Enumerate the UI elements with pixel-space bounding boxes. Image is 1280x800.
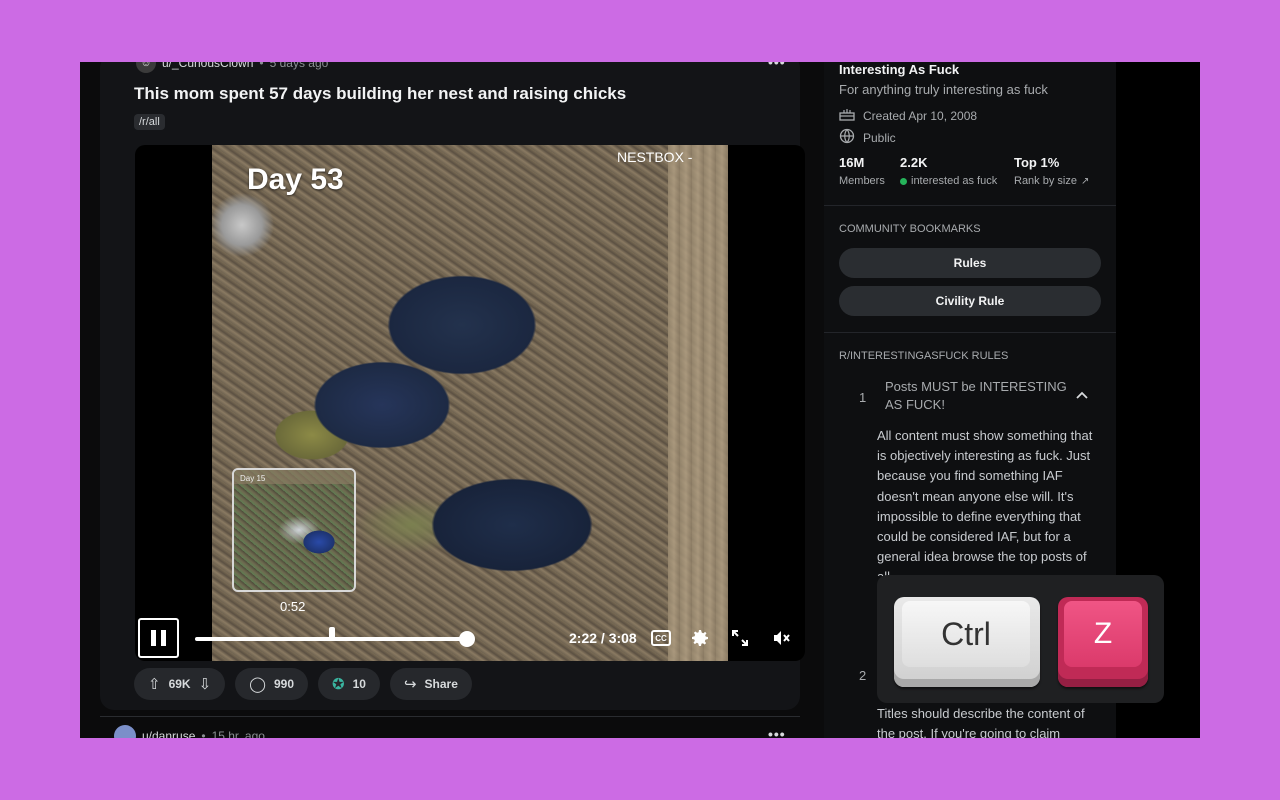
- video-player[interactable]: Day 53 NESTBOX - Day 15 0:52 2:22 / 3:08: [135, 145, 805, 661]
- captions-button[interactable]: CC: [649, 626, 673, 650]
- chevron-up-icon[interactable]: [1076, 386, 1088, 402]
- pause-icon: [151, 630, 156, 646]
- award-count: 10: [352, 677, 366, 691]
- globe-icon: [839, 128, 855, 147]
- online-dot-icon: [900, 177, 907, 185]
- time-display: 2:22 / 3:08: [569, 630, 637, 646]
- progress-knob[interactable]: [459, 631, 475, 647]
- scrub-preview-time: 0:52: [280, 599, 306, 614]
- pause-button[interactable]: [138, 618, 179, 658]
- post-title[interactable]: This mom spent 57 days building her nest…: [134, 84, 626, 104]
- fullscreen-icon[interactable]: [728, 626, 752, 650]
- next-post-separator: •: [201, 729, 206, 738]
- next-user-avatar[interactable]: [114, 725, 136, 738]
- post-separator: •: [259, 62, 264, 70]
- ctrl-key-label: Ctrl: [902, 601, 1030, 667]
- video-brand-overlay: NESTBOX -: [617, 149, 693, 165]
- created-date: Created Apr 10, 2008: [863, 108, 978, 123]
- post-card[interactable]: ☺ u/_CuriousClown • 5 days ago ••• This …: [100, 62, 805, 710]
- comments-button[interactable]: ◯ 990: [235, 668, 308, 700]
- post-time: 5 days ago: [269, 62, 329, 70]
- downvote-icon[interactable]: ⇩: [199, 675, 212, 693]
- external-link-icon: ↗: [1080, 175, 1090, 187]
- rank-value: Top 1%: [1014, 155, 1060, 170]
- bookmark-civility-button[interactable]: Civility Rule: [839, 286, 1101, 316]
- award-icon: ✪: [332, 676, 345, 693]
- thumb-day-label: Day 15: [240, 474, 266, 483]
- visibility-label: Public: [863, 130, 896, 145]
- scrub-preview-thumbnail: Day 15: [232, 468, 356, 592]
- next-post-time: 15 hr. ago: [211, 729, 265, 738]
- post-menu-icon[interactable]: •••: [768, 62, 786, 70]
- bookmark-rules-button[interactable]: Rules: [839, 248, 1101, 278]
- mute-icon[interactable]: [769, 626, 793, 650]
- share-arrow-icon: ↪: [403, 676, 417, 693]
- rule-1-body: All content must show something that is …: [877, 428, 1093, 576]
- rules-heading: R/INTERESTINGASFUCK RULES: [839, 350, 1009, 362]
- mouse-cursor-icon: [328, 627, 335, 639]
- post-username[interactable]: u/_CuriousClown: [162, 62, 253, 70]
- rule-1-title[interactable]: Posts MUST be INTERESTING AS FUCK!: [885, 378, 1070, 414]
- user-avatar[interactable]: ☺: [136, 62, 156, 73]
- comment-count: 990: [273, 677, 294, 691]
- members-label: Members: [839, 175, 885, 187]
- settings-gear-icon[interactable]: [688, 626, 712, 650]
- stat-members: 16M Members: [839, 155, 885, 187]
- stat-online: 2.2K interested as fuck: [900, 155, 997, 187]
- keystroke-overlay: Ctrl Z: [877, 575, 1164, 703]
- video-day-overlay: Day 53: [247, 163, 344, 196]
- post-flair[interactable]: /r/all: [134, 114, 165, 130]
- nestbox-wood: [668, 145, 728, 661]
- rank-label-row: Rank by size ↗: [1014, 175, 1089, 187]
- bookmarks-heading: COMMUNITY BOOKMARKS: [839, 223, 981, 235]
- online-label: interested as fuck: [911, 175, 998, 187]
- sidebar-separator: [824, 205, 1116, 206]
- share-button[interactable]: ↪ Share: [389, 668, 472, 700]
- next-post-username[interactable]: u/danruse: [142, 729, 195, 738]
- community-name[interactable]: Interesting As Fuck: [839, 62, 959, 77]
- feed-divider: [100, 716, 800, 717]
- share-label: Share: [424, 677, 458, 691]
- z-key-label: Z: [1064, 601, 1142, 667]
- feed-column: ☺ u/_CuriousClown • 5 days ago ••• This …: [80, 62, 824, 738]
- members-count: 16M: [839, 155, 865, 170]
- community-description: For anything truly interesting as fuck: [839, 82, 1048, 97]
- rule-2-body: Titles should describe the content of th…: [877, 706, 1085, 738]
- stat-rank[interactable]: Top 1% Rank by size ↗: [1014, 155, 1089, 187]
- upvote-icon[interactable]: ⇧: [148, 675, 161, 693]
- rule-1-number: 1: [859, 390, 867, 405]
- next-post-header: u/danruse • 15 hr. ago: [114, 725, 265, 738]
- z-key: Z: [1058, 597, 1148, 687]
- online-count: 2.2K: [900, 155, 928, 170]
- ctrl-key: Ctrl: [894, 597, 1040, 687]
- cake-icon: [839, 107, 855, 124]
- post-actions: ⇧ 69K ⇩ ◯ 990 ✪ 10 ↪ Share: [134, 668, 472, 700]
- sidebar-separator-2: [824, 332, 1116, 333]
- pause-icon-bar: [161, 630, 166, 646]
- post-header: ☺ u/_CuriousClown • 5 days ago: [136, 62, 329, 73]
- vote-count: 69K: [168, 677, 191, 691]
- created-row: Created Apr 10, 2008: [839, 107, 977, 124]
- next-post-menu-icon[interactable]: •••: [768, 726, 786, 738]
- visibility-row: Public: [839, 128, 896, 147]
- awards-button[interactable]: ✪ 10: [318, 668, 380, 700]
- rule-2-number: 2: [859, 668, 867, 683]
- vote-pill[interactable]: ⇧ 69K ⇩: [134, 668, 226, 700]
- cc-icon: CC: [651, 630, 671, 646]
- comment-bubble-icon: ◯: [249, 676, 266, 693]
- online-label-row: interested as fuck: [900, 175, 997, 187]
- rank-label: Rank by size: [1014, 175, 1077, 187]
